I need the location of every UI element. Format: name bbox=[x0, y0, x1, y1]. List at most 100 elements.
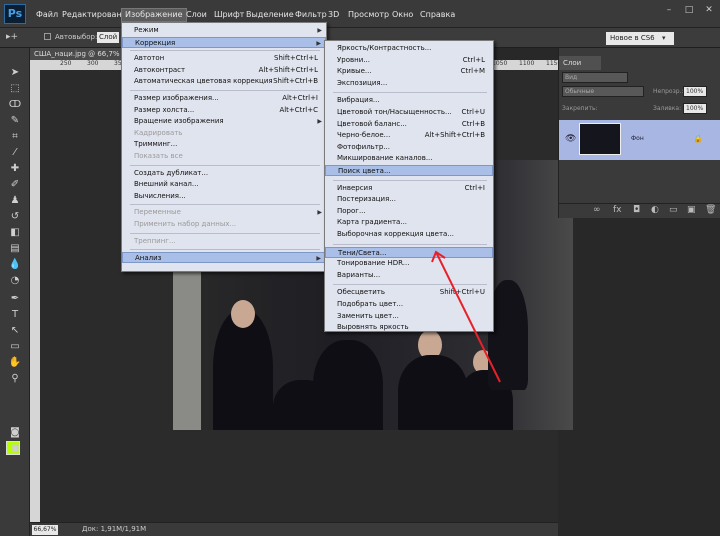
brush-tool-icon[interactable]: ✐ bbox=[8, 178, 22, 192]
menu-item-5[interactable]: Выделение bbox=[243, 8, 297, 22]
menu-item[interactable]: Яркость/Контрастность... bbox=[325, 43, 493, 54]
crop-tool-icon[interactable]: ⌗ bbox=[8, 130, 22, 144]
menu-item-label: Треппинг... bbox=[134, 236, 176, 245]
menu-item-8[interactable]: Просмотр bbox=[345, 8, 392, 22]
photo-figure bbox=[313, 340, 383, 430]
menu-item-label: Коррекция bbox=[135, 38, 176, 47]
marquee-tool-icon[interactable]: ⬚ bbox=[8, 82, 22, 96]
menu-item-0[interactable]: Файл bbox=[33, 8, 61, 22]
photo-wall bbox=[173, 270, 201, 430]
menu-item[interactable]: Автоматическая цветовая коррекция Shift+C… bbox=[122, 76, 326, 87]
menu-item-label: Внешний канал... bbox=[134, 180, 199, 189]
menu-item-7[interactable]: 3D bbox=[325, 8, 342, 22]
path-select-tool-icon[interactable]: ↖ bbox=[8, 324, 22, 338]
menu-item[interactable]: Цветовой тон/Насыщенность... Ctrl+U bbox=[325, 107, 493, 118]
menu-item[interactable]: Режим ▶ bbox=[122, 25, 326, 36]
menu-item[interactable]: Карта градиента... bbox=[325, 217, 493, 228]
menu-item-2[interactable]: Изображение bbox=[121, 8, 187, 22]
fill-field[interactable]: 100% bbox=[683, 103, 707, 114]
menu-item[interactable]: Подобрать цвет... bbox=[325, 299, 493, 310]
menu-item[interactable]: Постеризация... bbox=[325, 194, 493, 205]
opacity-field[interactable]: 100% bbox=[683, 86, 707, 97]
stamp-tool-icon[interactable]: ♟ bbox=[8, 194, 22, 208]
menu-item-label: Создать дубликат... bbox=[134, 168, 209, 177]
menu-item[interactable]: Размер холста... Alt+Ctrl+C bbox=[122, 105, 326, 116]
menu-item[interactable]: Размер изображения... Alt+Ctrl+I bbox=[122, 93, 326, 104]
blur-tool-icon[interactable]: 💧 bbox=[8, 258, 22, 272]
menu-item-4[interactable]: Шрифт bbox=[211, 8, 247, 22]
quick-select-tool-icon[interactable]: ✎ bbox=[8, 114, 22, 128]
mask-icon[interactable]: ◘ bbox=[633, 205, 640, 215]
menu-item[interactable]: Черно-белое... Alt+Shift+Ctrl+B bbox=[325, 130, 493, 141]
eyedropper-tool-icon[interactable]: ⁄ bbox=[8, 146, 22, 160]
menu-item-6[interactable]: Фильтр bbox=[292, 8, 330, 22]
menu-item-10[interactable]: Справка bbox=[417, 8, 458, 22]
menu-item[interactable]: Варианты... bbox=[325, 270, 493, 281]
menu-item-label: Тримминг... bbox=[134, 140, 178, 149]
zoom-tool-icon[interactable]: ⚲ bbox=[8, 372, 22, 386]
dodge-tool-icon[interactable]: ◔ bbox=[8, 274, 22, 288]
menu-item-shortcut: Ctrl+L bbox=[462, 55, 485, 64]
menu-item[interactable]: Коррекция ▶ bbox=[122, 36, 326, 48]
menu-item[interactable]: Выровнять яркость bbox=[325, 322, 493, 333]
eraser-tool-icon[interactable]: ◧ bbox=[8, 226, 22, 240]
menu-item[interactable]: Тримминг... bbox=[122, 139, 326, 150]
menu-item[interactable]: Вычисления... bbox=[122, 191, 326, 202]
eye-icon[interactable]: 👁 bbox=[565, 134, 576, 144]
hand-tool-icon[interactable]: ✋ bbox=[8, 356, 22, 370]
zoom-field[interactable]: 66,67% bbox=[32, 525, 58, 535]
menu-item[interactable]: Порог... bbox=[325, 206, 493, 217]
pen-tool-icon[interactable]: ✒ bbox=[8, 292, 22, 306]
adjustment-icon[interactable]: ◐ bbox=[651, 205, 659, 215]
move-tool-icon[interactable]: ➤ bbox=[8, 66, 22, 80]
healing-tool-icon[interactable]: ✚ bbox=[8, 162, 22, 176]
menu-item-9[interactable]: Окно bbox=[389, 8, 416, 22]
menu-item[interactable]: Внешний канал... bbox=[122, 179, 326, 190]
menu-item[interactable]: Уровни... Ctrl+L bbox=[325, 55, 493, 66]
new-layer-icon[interactable]: ▣ bbox=[687, 205, 696, 215]
menu-item[interactable]: Вращение изображения ▶ bbox=[122, 116, 326, 127]
lasso-tool-icon[interactable]: ↀ bbox=[8, 98, 22, 112]
tab-layers[interactable]: Слои bbox=[559, 56, 601, 70]
menu-item[interactable]: Поиск цвета... bbox=[325, 165, 493, 176]
menu-item-3[interactable]: Слои bbox=[183, 8, 210, 22]
gradient-tool-icon[interactable]: ▤ bbox=[8, 242, 22, 256]
folder-icon[interactable]: ▭ bbox=[669, 205, 678, 215]
autoselect-mode-select[interactable]: Слой bbox=[97, 32, 119, 43]
shape-tool-icon[interactable]: ▭ bbox=[8, 340, 22, 354]
blend-mode-select[interactable]: Обычные bbox=[562, 86, 644, 97]
menu-item: Переменные ▶ bbox=[122, 207, 326, 218]
menu-item[interactable]: Тонирование HDR... bbox=[325, 258, 493, 269]
maximize-button[interactable]: □ bbox=[680, 3, 698, 17]
menu-item[interactable]: Цветовой баланс... Ctrl+B bbox=[325, 119, 493, 130]
layer-kind-filter[interactable]: Вид bbox=[562, 72, 628, 83]
menu-item-label: Порог... bbox=[337, 206, 366, 215]
screen-mode-icon[interactable]: ▣ bbox=[8, 442, 22, 456]
fx-icon[interactable]: fx bbox=[613, 205, 622, 215]
trash-icon[interactable]: 🗑 bbox=[705, 205, 716, 215]
menu-item[interactable]: Кривые... Ctrl+M bbox=[325, 66, 493, 77]
menu-item[interactable]: Тени/Света... bbox=[325, 246, 493, 258]
menu-item[interactable]: Микширование каналов... bbox=[325, 153, 493, 164]
menu-item[interactable]: Заменить цвет... bbox=[325, 311, 493, 322]
menu-item[interactable]: Фотофильтр... bbox=[325, 142, 493, 153]
menu-item[interactable]: Обесцветить Shift+Ctrl+U bbox=[325, 287, 493, 298]
menu-separator bbox=[130, 50, 320, 52]
menu-item[interactable]: Автотон Shift+Ctrl+L bbox=[122, 53, 326, 64]
menu-item[interactable]: Создать дубликат... bbox=[122, 168, 326, 179]
menu-item[interactable]: Инверсия Ctrl+I bbox=[325, 183, 493, 194]
menu-item[interactable]: Выборочная коррекция цвета... bbox=[325, 229, 493, 240]
close-button[interactable]: ✕ bbox=[700, 3, 718, 17]
menu-item[interactable]: Анализ ▶ bbox=[122, 252, 326, 264]
layer-row[interactable]: 👁 Фон 🔒 bbox=[559, 120, 720, 160]
menu-item[interactable]: Автоконтраст Alt+Shift+Ctrl+L bbox=[122, 65, 326, 76]
move-tool-icon[interactable]: ▸+ bbox=[6, 32, 18, 42]
minimize-button[interactable]: – bbox=[660, 3, 678, 17]
menu-item[interactable]: Экспозиция... bbox=[325, 78, 493, 89]
history-brush-tool-icon[interactable]: ↺ bbox=[8, 210, 22, 224]
type-tool-icon[interactable]: T bbox=[8, 308, 22, 322]
quick-mask-icon[interactable]: ◙ bbox=[8, 426, 22, 440]
menu-item[interactable]: Вибрация... bbox=[325, 95, 493, 106]
autoselect-checkbox[interactable] bbox=[44, 33, 51, 40]
link-icon[interactable]: ∞ bbox=[593, 205, 601, 215]
